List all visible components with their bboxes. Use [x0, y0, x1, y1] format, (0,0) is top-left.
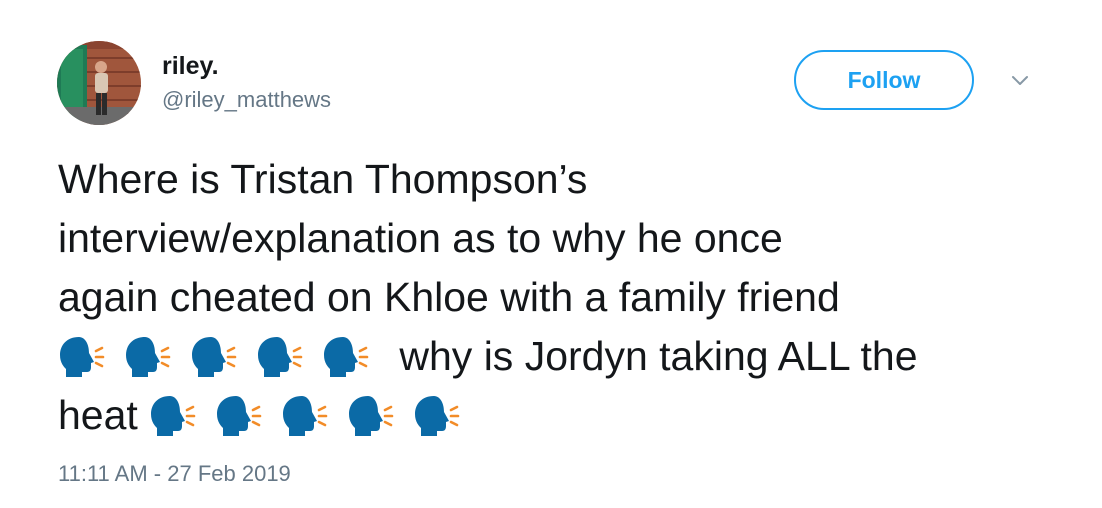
tweet-text-segment: why is Jordyn taking ALL the — [388, 333, 918, 379]
speaking-head-emoji-icon — [149, 394, 202, 438]
speaking-head-emoji-icon — [281, 394, 334, 438]
speaking-head-emoji-icon — [413, 394, 466, 438]
tweet-text-segment: heat — [58, 392, 138, 438]
speaking-head-emoji-icon — [256, 335, 309, 379]
speaking-head-emoji-icon — [124, 335, 177, 379]
speaking-head-emoji-icon — [347, 394, 400, 438]
speaking-head-emoji-icon — [215, 394, 268, 438]
emoji-group-2 — [149, 392, 479, 438]
tweet-line-with-emoji: why is Jordyn taking ALL the — [58, 327, 1078, 386]
avatar[interactable] — [57, 41, 141, 125]
tweet-text: Where is Tristan Thompson’s interview/ex… — [58, 150, 1078, 445]
speaking-head-emoji-icon — [58, 335, 111, 379]
tweet-timestamp[interactable]: 11:11 AM - 27 Feb 2019 — [58, 460, 291, 488]
emoji-group-1 — [58, 333, 388, 379]
speaking-head-emoji-icon — [322, 335, 375, 379]
follow-button[interactable]: Follow — [794, 50, 974, 110]
tweet-line: interview/explanation as to why he once — [58, 215, 783, 261]
speaking-head-emoji-icon — [190, 335, 243, 379]
tweet-line-with-emoji: heat — [58, 386, 1078, 445]
user-handle[interactable]: @riley_matthews — [162, 86, 331, 114]
more-options-button[interactable] — [1007, 68, 1033, 94]
tweet-line: Where is Tristan Thompson’s — [58, 156, 588, 202]
display-name[interactable]: riley. — [162, 50, 219, 82]
chevron-down-icon — [1012, 76, 1028, 85]
tweet-line: again cheated on Khloe with a family fri… — [58, 274, 840, 320]
profile-photo-icon — [57, 41, 141, 125]
